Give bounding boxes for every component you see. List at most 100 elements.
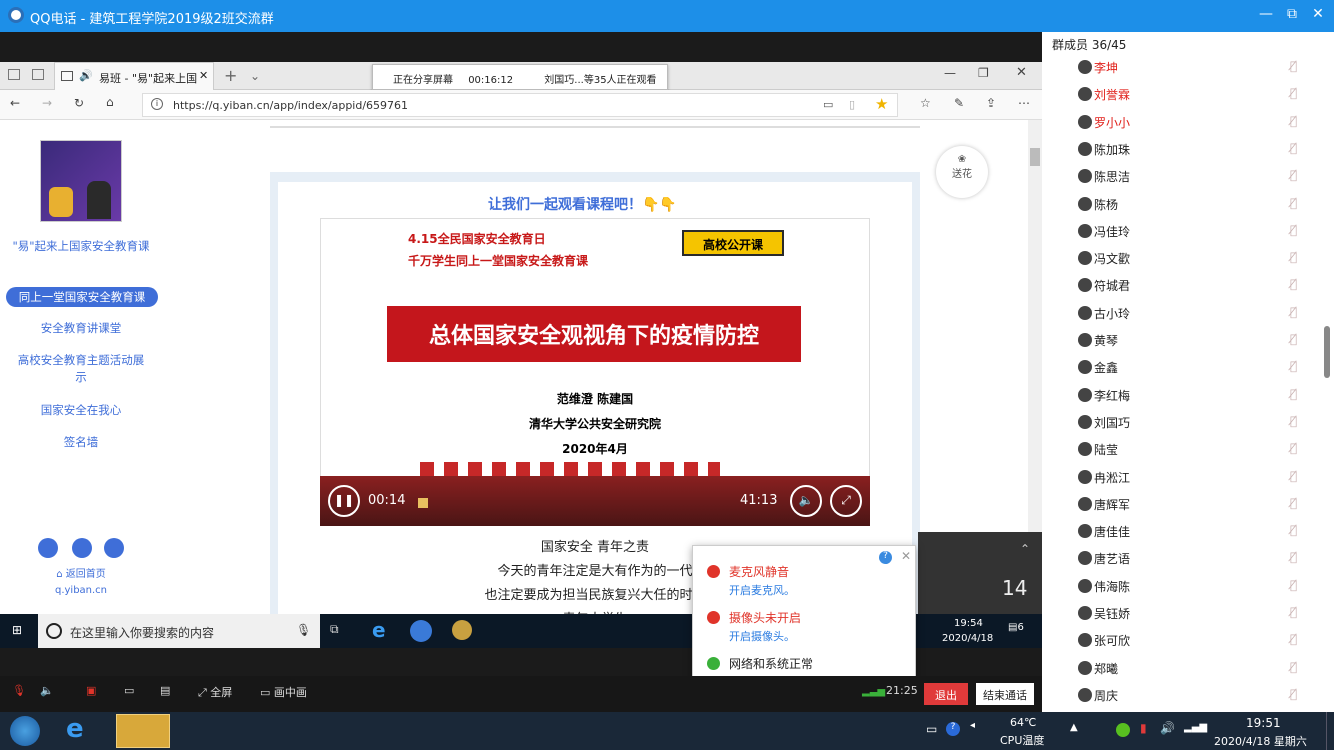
reading-view-icon[interactable]: ▭ bbox=[823, 98, 833, 111]
help-icon[interactable]: ? bbox=[879, 551, 892, 564]
member-row[interactable]: 符城君 🎙̸ bbox=[1042, 272, 1334, 299]
member-row[interactable]: 罗小小 🎙̸ bbox=[1042, 109, 1334, 136]
end-call-button[interactable]: 结束通话 bbox=[976, 683, 1034, 705]
member-row[interactable]: 吴钰娇 🎙̸ bbox=[1042, 600, 1334, 627]
book-icon[interactable]: ▯ bbox=[849, 98, 855, 111]
pip-button[interactable]: ▭ 画中画 bbox=[260, 684, 307, 700]
member-row[interactable]: 郑曦 🎙̸ bbox=[1042, 655, 1334, 682]
fullscreen-button[interactable]: ⤢ bbox=[830, 485, 862, 517]
network-icon[interactable]: ▂▄▆ bbox=[1184, 722, 1207, 733]
microphone-icon[interactable]: 🎙 bbox=[296, 623, 311, 637]
member-row[interactable]: 陈杨 🎙̸ bbox=[1042, 191, 1334, 218]
windows-search-input[interactable]: 在这里输入你要搜索的内容 🎙 bbox=[38, 614, 320, 648]
notification-icon[interactable]: ▤6 bbox=[1008, 622, 1024, 633]
member-row[interactable]: 周庆 🎙̸ bbox=[1042, 682, 1334, 709]
tab-list-chevron-icon[interactable]: ⌄ bbox=[250, 69, 260, 83]
share-icon[interactable]: ⇪ bbox=[986, 96, 996, 110]
chat-icon[interactable] bbox=[72, 538, 92, 558]
volume-button[interactable]: 🔈 bbox=[790, 485, 822, 517]
tray-app-icon[interactable] bbox=[1116, 723, 1130, 737]
show-hidden-icons-icon[interactable]: ▲ bbox=[1070, 722, 1078, 733]
popup-close-icon[interactable]: ✕ bbox=[901, 549, 911, 563]
favorite-star-icon[interactable]: ★ bbox=[875, 95, 888, 113]
member-row[interactable]: 唐佳佳 🎙̸ bbox=[1042, 518, 1334, 545]
tray-security-icon[interactable]: ▮ bbox=[1140, 721, 1147, 735]
whiteboard-icon[interactable]: ▤ bbox=[160, 684, 170, 697]
member-row[interactable]: 陆莹 🎙̸ bbox=[1042, 436, 1334, 463]
pause-button[interactable]: ❚❚ bbox=[328, 485, 360, 517]
tab-close-icon[interactable]: ✕ bbox=[199, 69, 208, 82]
member-row[interactable]: 唐艺语 🎙̸ bbox=[1042, 545, 1334, 572]
qq-taskbar-button[interactable] bbox=[116, 714, 170, 748]
favorites-list-icon[interactable]: ☆ bbox=[920, 96, 931, 110]
sidebar-item-lecture[interactable]: 安全教育讲课堂 bbox=[0, 320, 162, 337]
course-title[interactable]: "易"起来上国家安全教育课 bbox=[0, 238, 162, 255]
sidebar-item-activities[interactable]: 高校安全教育主题活动展示 bbox=[0, 352, 162, 386]
member-row[interactable]: 唐辉军 🎙̸ bbox=[1042, 491, 1334, 518]
member-row[interactable]: 张可欣 🎙̸ bbox=[1042, 627, 1334, 654]
enable-camera-link[interactable]: 开启摄像头。 bbox=[729, 628, 795, 644]
ie-icon[interactable]: e bbox=[66, 714, 84, 744]
mail-icon[interactable] bbox=[38, 538, 58, 558]
member-row[interactable]: 陈加珠 🎙̸ bbox=[1042, 136, 1334, 163]
maximize-button[interactable]: ⧉ bbox=[1280, 6, 1304, 26]
collapse-chevron-icon[interactable]: ⌃ bbox=[1020, 542, 1030, 556]
sidebar-item-active[interactable]: 同上一堂国家安全教育课 bbox=[6, 287, 158, 307]
edge-icon[interactable]: e bbox=[372, 618, 386, 642]
home-link[interactable]: ⌂ 返回首页 bbox=[0, 566, 162, 583]
home-url[interactable]: q.yiban.cn bbox=[0, 582, 162, 599]
game-app-icon[interactable] bbox=[452, 620, 472, 640]
info-icon[interactable]: i bbox=[151, 98, 163, 110]
browser-close-button[interactable]: ✕ bbox=[1016, 65, 1027, 80]
speaker-icon[interactable]: 🔈 bbox=[40, 684, 54, 697]
mic-muted-icon[interactable]: 🎙 bbox=[12, 684, 26, 697]
member-row[interactable]: 冯佳玲 🎙̸ bbox=[1042, 218, 1334, 245]
member-row[interactable]: 伟海陈 🎙̸ bbox=[1042, 573, 1334, 600]
forward-arrow-icon[interactable]: → bbox=[42, 96, 52, 110]
start-button[interactable] bbox=[10, 716, 40, 746]
weibo-icon[interactable] bbox=[104, 538, 124, 558]
new-tab-button[interactable]: + bbox=[224, 66, 237, 85]
progress-bar[interactable] bbox=[418, 498, 428, 508]
member-row[interactable]: 刘国巧 🎙̸ bbox=[1042, 409, 1334, 436]
browser-maximize-button[interactable]: ❐ bbox=[978, 66, 989, 80]
tray-help-icon[interactable]: ? bbox=[946, 722, 960, 736]
minimize-button[interactable]: — bbox=[1254, 6, 1278, 26]
back-arrow-icon[interactable]: ← bbox=[10, 96, 20, 110]
exit-button[interactable]: 退出 bbox=[924, 683, 968, 705]
sidebar-item-in-my-heart[interactable]: 国家安全在我心 bbox=[0, 402, 162, 419]
member-row[interactable]: 金鑫 🎙̸ bbox=[1042, 354, 1334, 381]
camera-off-icon[interactable]: ▣ bbox=[86, 684, 96, 697]
sidebar-item-signature-wall[interactable]: 签名墙 bbox=[0, 434, 162, 451]
volume-icon[interactable]: 🔊 bbox=[1160, 721, 1175, 735]
windows-start-icon[interactable]: ⊞ bbox=[12, 623, 22, 637]
browser-tab[interactable]: 🔊 易班 - "易"起来上国 ✕ bbox=[54, 62, 214, 90]
more-icon[interactable]: ⋯ bbox=[1018, 96, 1030, 110]
member-row[interactable]: 冯文歡 🎙̸ bbox=[1042, 245, 1334, 272]
refresh-icon[interactable]: ↻ bbox=[74, 96, 84, 110]
tab-preview-icon[interactable] bbox=[8, 69, 20, 80]
member-row[interactable]: 古小玲 🎙̸ bbox=[1042, 300, 1334, 327]
qq-browser-icon[interactable] bbox=[410, 620, 432, 642]
screen-share-icon[interactable]: ▭ bbox=[124, 684, 134, 697]
pen-icon[interactable]: ✎ bbox=[954, 96, 964, 110]
member-scrollbar[interactable] bbox=[1324, 326, 1330, 378]
scrollbar-thumb[interactable] bbox=[1030, 148, 1040, 166]
enable-mic-link[interactable]: 开启麦克风。 bbox=[729, 582, 795, 598]
fullscreen-button[interactable]: ⤢ 全屏 bbox=[198, 684, 232, 700]
task-view-icon[interactable]: ⧉ bbox=[330, 622, 339, 637]
set-aside-tabs-icon[interactable] bbox=[32, 69, 44, 80]
send-flower-button[interactable]: ❀ 送花 bbox=[936, 146, 988, 198]
member-row[interactable]: 李红梅 🎙̸ bbox=[1042, 382, 1334, 409]
url-input[interactable]: i https://q.yiban.cn/app/index/appid/659… bbox=[142, 93, 898, 117]
member-row[interactable]: 李坤 🎙̸ bbox=[1042, 54, 1334, 81]
home-icon[interactable]: ⌂ bbox=[106, 95, 114, 109]
member-row[interactable]: 刘誉霖 🎙̸ bbox=[1042, 81, 1334, 108]
member-row[interactable]: 冉淞江 🎙̸ bbox=[1042, 464, 1334, 491]
tray-arrow-icon[interactable]: ◂ bbox=[970, 720, 975, 731]
browser-minimize-button[interactable]: — bbox=[944, 66, 956, 80]
show-desktop-button[interactable] bbox=[1326, 712, 1334, 750]
tray-icon[interactable]: ▭ bbox=[926, 722, 937, 736]
member-row[interactable]: 陈思洁 🎙̸ bbox=[1042, 163, 1334, 190]
member-row[interactable]: 黄琴 🎙̸ bbox=[1042, 327, 1334, 354]
